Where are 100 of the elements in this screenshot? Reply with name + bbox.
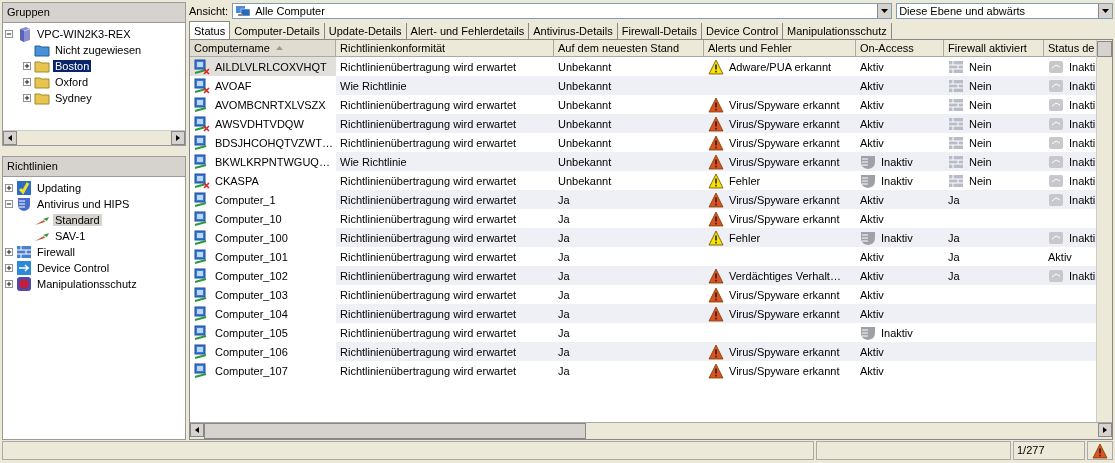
table-cell: Virus/Spyware erkannt xyxy=(729,155,840,168)
horizontal-scrollbar[interactable] xyxy=(3,130,185,145)
column-header[interactable]: Auf dem neuesten Stand xyxy=(554,40,704,57)
tree-item[interactable]: Boston xyxy=(53,60,92,72)
table-cell-text: Ja xyxy=(557,306,571,322)
table-cell: Inakti xyxy=(1069,193,1096,206)
table-row[interactable]: AWSVDHTVDQW Richtlinienübertragung wird erwartet Unbekannt Virus/Spyware erkannt Aktiv Nein Inakti xyxy=(190,114,1096,133)
table-cell-text: Unbekannt xyxy=(557,116,613,132)
dropdown-arrow-icon[interactable] xyxy=(881,9,889,13)
table-cell: Inaktiv xyxy=(881,326,913,339)
tree-item[interactable]: Oxford xyxy=(53,76,90,88)
tree-item[interactable]: Manipulationsschutz xyxy=(35,278,139,290)
table-row[interactable]: Computer_102 Richtlinienübertragung wird erwartet Ja Verdächtiges Verhalt… Aktiv Ja Inakti xyxy=(190,266,1096,285)
table-row[interactable]: Computer_105 Richtlinienübertragung wird erwartet Ja Inaktiv xyxy=(190,323,1096,342)
table-cell: Virus/Spyware erkannt xyxy=(729,364,840,377)
table-cell-text: Richtlinienübertragung wird erwartet xyxy=(339,344,518,360)
expand-icon[interactable] xyxy=(5,280,13,288)
tree-item[interactable]: Antivirus und HIPS xyxy=(35,198,132,210)
expand-icon[interactable] xyxy=(23,94,31,102)
expand-icon[interactable] xyxy=(23,62,31,70)
table-cell: Aktiv xyxy=(860,250,884,263)
expand-icon[interactable] xyxy=(5,264,13,272)
table-cell: Nein xyxy=(969,98,992,111)
computers-icon xyxy=(235,3,252,19)
expand-icon[interactable] xyxy=(5,248,13,256)
computer-name-cell[interactable]: BKWLKRPNTWGUQ… xyxy=(190,152,336,171)
table-cell: Adware/PUA erkannt xyxy=(729,60,832,73)
firewall-icon xyxy=(16,244,32,260)
expand-icon[interactable] xyxy=(5,184,13,192)
table-cell-text: Unbekannt xyxy=(557,135,613,151)
panel-title: Gruppen xyxy=(3,3,185,23)
table-cell-text: Richtlinienübertragung wird erwartet xyxy=(339,287,518,303)
scroll-left-icon[interactable] xyxy=(194,427,200,433)
table-cell-text: Richtlinienübertragung wird erwartet xyxy=(339,249,518,265)
column-header[interactable]: Alerts und Fehler xyxy=(704,40,856,57)
computer-name-cell[interactable]: Computer_100 xyxy=(190,228,336,247)
dropdown-arrow-icon[interactable] xyxy=(1102,9,1109,13)
table-row[interactable]: AILDLVLRLCOXVHQT Richtlinienübertragung wird erwartet Unbekannt Adware/PUA erkannt Aktiv Nein Inakti xyxy=(190,57,1096,76)
table-cell: Aktiv xyxy=(860,60,884,73)
warning-icon xyxy=(1092,442,1108,459)
computer-name-cell[interactable]: Computer_1 xyxy=(190,190,336,209)
expand-icon[interactable] xyxy=(23,78,31,86)
shield-icon xyxy=(16,196,32,212)
vertical-scrollbar[interactable] xyxy=(1096,40,1112,422)
computer-name-cell[interactable]: Computer_106 xyxy=(190,342,336,361)
view-label: Ansicht: xyxy=(189,5,229,17)
tree-item[interactable]: Updating xyxy=(35,182,84,194)
computer-name-cell[interactable]: Computer_104 xyxy=(190,304,336,323)
table-row[interactable]: Computer_103 Richtlinienübertragung wird erwartet Ja Virus/Spyware erkannt Aktiv xyxy=(190,285,1096,304)
table-cell: Aktiv xyxy=(860,212,884,225)
table-row[interactable]: AVOAF Wie Richtlinie Unbekannt Aktiv Nein Inakti xyxy=(190,76,1096,95)
table-row[interactable]: CKASPA Richtlinienübertragung wird erwartet Unbekannt Fehler Inaktiv Nein Inakti xyxy=(190,171,1096,190)
tree-item[interactable]: Firewall xyxy=(35,246,77,258)
table-row[interactable]: Computer_104 Richtlinienübertragung wird erwartet Ja Virus/Spyware erkannt Aktiv xyxy=(190,304,1096,323)
table-cell: Ja xyxy=(948,231,960,244)
computer-name-cell[interactable]: AILDLVLRLCOXVHQT xyxy=(190,57,336,76)
computer-name-cell[interactable]: AVOAF xyxy=(190,76,336,95)
table-cell: Aktiv xyxy=(860,79,884,92)
table-row[interactable]: Computer_106 Richtlinienübertragung wird erwartet Ja Virus/Spyware erkannt Aktiv xyxy=(190,342,1096,361)
table-cell: Verdächtiges Verhalt… xyxy=(729,269,841,282)
table-cell: Inakti xyxy=(1069,60,1096,73)
table-cell-text: Unbekannt xyxy=(557,59,613,75)
table-row[interactable]: Computer_101 Richtlinienübertragung wird erwartet Ja Aktiv Ja Aktiv xyxy=(190,247,1096,266)
table-cell: Aktiv xyxy=(860,269,884,282)
table-cell: Inaktiv xyxy=(881,231,913,244)
collapse-icon[interactable] xyxy=(5,200,13,208)
folder-icon xyxy=(34,74,50,90)
scroll-right-icon[interactable] xyxy=(175,135,181,141)
tab[interactable]: Status xyxy=(189,21,231,39)
horizontal-scrollbar[interactable] xyxy=(190,422,1112,439)
computer-name-cell[interactable]: Computer_102 xyxy=(190,266,336,285)
tree-item[interactable]: SAV-1 xyxy=(53,230,88,242)
collapse-icon[interactable] xyxy=(5,30,13,38)
table-cell: Inakti xyxy=(1069,117,1096,130)
table-row[interactable]: Computer_1 Richtlinienübertragung wird erwartet Ja Virus/Spyware erkannt Aktiv Ja Inakti xyxy=(190,190,1096,209)
table-row[interactable]: Computer_107 Richtlinienübertragung wird erwartet Ja Virus/Spyware erkannt Aktiv xyxy=(190,361,1096,380)
column-header[interactable]: On-Access xyxy=(856,40,944,57)
scroll-left-icon[interactable] xyxy=(7,135,13,141)
table-row[interactable]: BDSJHCOHQTVZWT… Richtlinienübertragung wird erwartet Unbekannt Virus/Spyware erkannt Aktiv Nein Inakti xyxy=(190,133,1096,152)
view-dropdown[interactable]: Alle Computer xyxy=(232,3,893,19)
scroll-right-icon[interactable] xyxy=(1102,427,1108,433)
column-header[interactable]: Richtlinienkonformität xyxy=(336,40,554,57)
tree-item[interactable]: Device Control xyxy=(35,262,112,274)
column-header[interactable]: Firewall aktiviert xyxy=(944,40,1044,57)
table-row[interactable]: BKWLKRPNTWGUQ… Wie Richtlinie Unbekannt Virus/Spyware erkannt Inaktiv Nein Inakti xyxy=(190,152,1096,171)
tree-item[interactable]: VPC-WIN2K3-REX xyxy=(35,28,133,40)
table-cell-text: Ja xyxy=(557,211,571,227)
table-cell: Aktiv xyxy=(860,193,884,206)
table-row[interactable]: Computer_10 Richtlinienübertragung wird erwartet Ja Virus/Spyware erkannt Aktiv xyxy=(190,209,1096,228)
tree-item[interactable]: Standard xyxy=(53,214,102,226)
table-cell-text: Richtlinienübertragung wird erwartet xyxy=(339,363,518,379)
tree-item[interactable]: Sydney xyxy=(53,92,94,104)
column-header[interactable]: Computername xyxy=(190,40,336,57)
table-row[interactable]: Computer_100 Richtlinienübertragung wird erwartet Ja Fehler Inaktiv Ja Inakti xyxy=(190,228,1096,247)
sort-icon xyxy=(275,46,283,50)
table-row[interactable]: AVOMBCNRTXLVSZX Richtlinienübertragung wird erwartet Unbekannt Virus/Spyware erkannt Aktiv Nein Inakti xyxy=(190,95,1096,114)
scope-dropdown[interactable]: Diese Ebene und abwärts xyxy=(896,3,1113,19)
table-cell: Virus/Spyware erkannt xyxy=(729,98,840,111)
computer-name-cell[interactable]: AWSVDHTVDQW xyxy=(190,114,336,133)
tree-item[interactable]: Nicht zugewiesen xyxy=(53,44,144,56)
